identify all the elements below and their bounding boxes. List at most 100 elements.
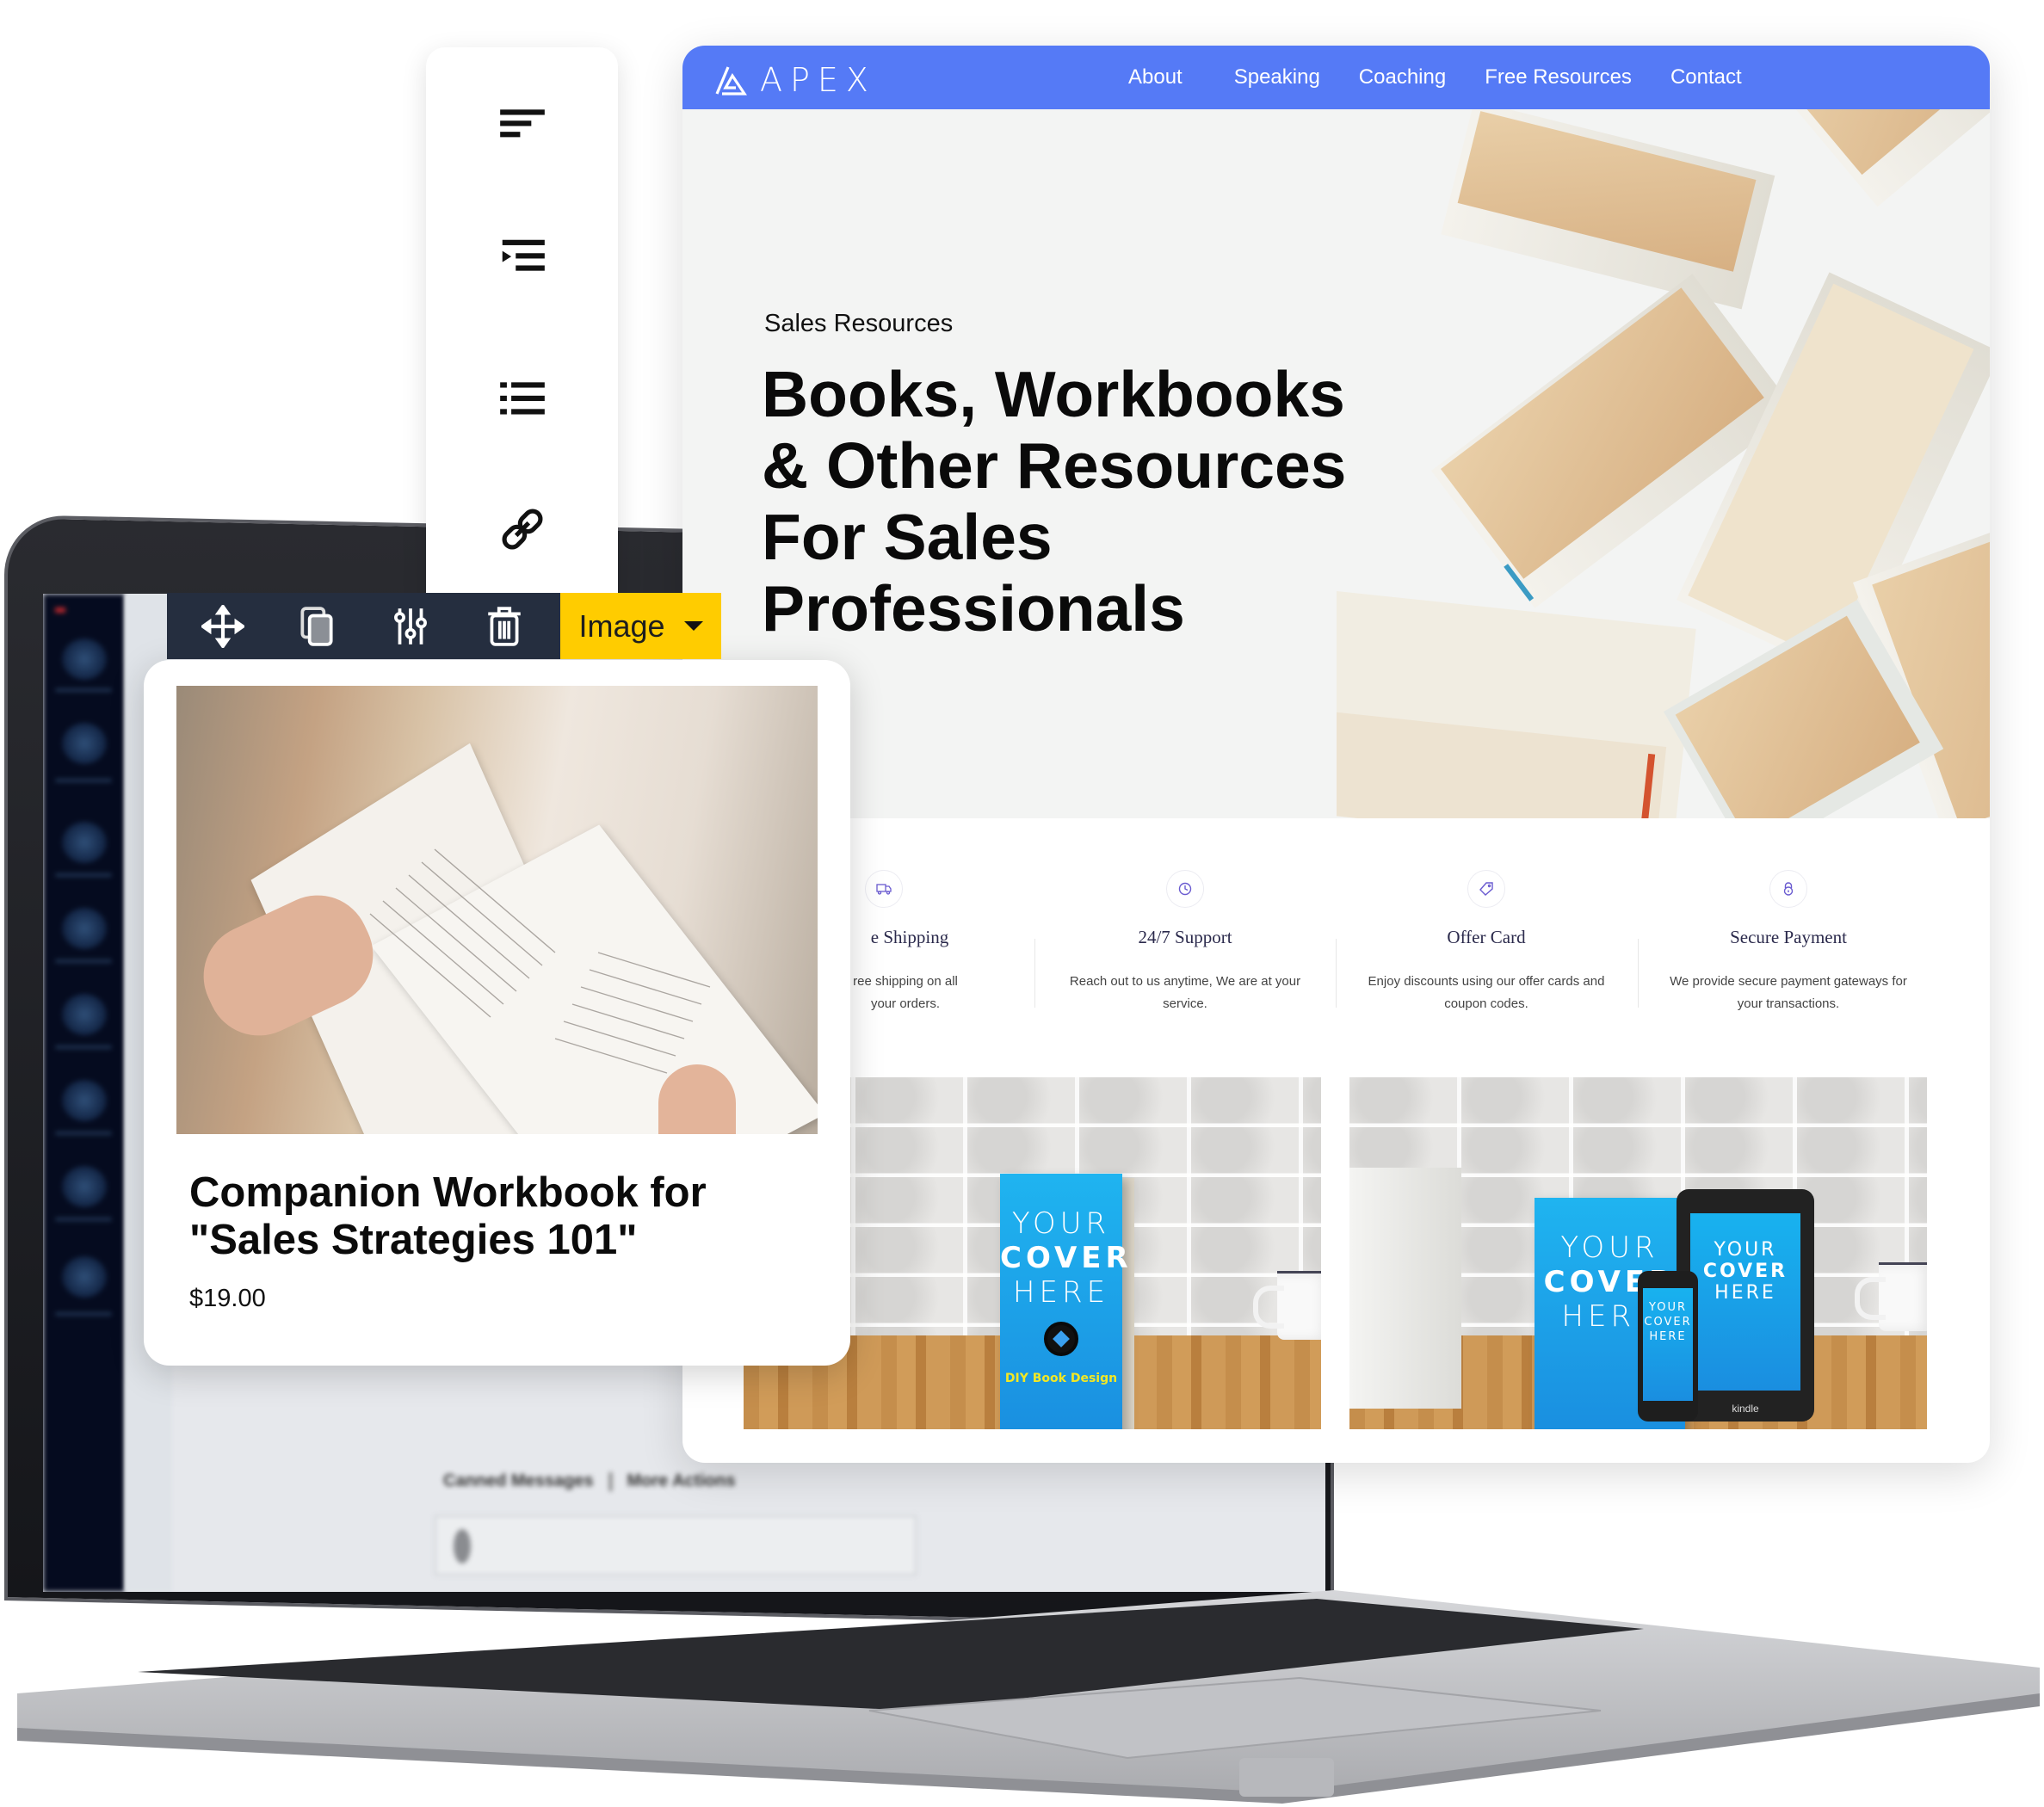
- sidebar-nav-icon: [62, 822, 107, 863]
- standing-books: [1349, 1168, 1461, 1409]
- toolbar-actions: [167, 593, 560, 659]
- cover-text: YOUR: [1011, 1206, 1111, 1241]
- feature-icon-badge: [865, 870, 903, 908]
- nav-free-resources[interactable]: Free Resources: [1485, 65, 1632, 89]
- canned-messages-link: Canned Messages: [443, 1471, 594, 1490]
- element-edit-toolbar: Image: [167, 593, 721, 659]
- phone-screen: YOUR COVER HERE: [1643, 1288, 1693, 1401]
- indent-icon: [502, 239, 545, 271]
- nav-contact[interactable]: Contact: [1670, 65, 1742, 89]
- sidebar-nav-icon: [62, 1256, 107, 1298]
- hero-books-image: [1337, 109, 1990, 818]
- cover-text: COVER: [1644, 1316, 1692, 1329]
- indent-button[interactable]: [479, 217, 565, 303]
- laptop-blurred-sidebar: [43, 594, 125, 1592]
- feature-description: We provide secure payment gateways for y…: [1659, 971, 1917, 1015]
- feature-offer-card: Offer Card Enjoy discounts using our off…: [1336, 818, 1637, 1015]
- product-title-line: "Sales Strategies 101": [189, 1217, 638, 1263]
- delete-button[interactable]: [474, 596, 534, 657]
- hand-right: [658, 1064, 736, 1134]
- link-button[interactable]: [479, 486, 565, 572]
- nav-about[interactable]: About: [1128, 65, 1183, 89]
- book-cover: YOUR COVER HERE DIY Book Design: [1000, 1174, 1133, 1429]
- coffee-mug: [1253, 1271, 1321, 1340]
- feature-description: Reach out to us anytime, We are at your …: [1056, 971, 1314, 1015]
- phone-device: YOUR COVER HERE: [1638, 1271, 1698, 1422]
- nav-coaching[interactable]: Coaching: [1359, 65, 1446, 89]
- feature-description-line: coupon codes.: [1444, 996, 1528, 1011]
- cover-text: HERE: [1714, 1282, 1776, 1304]
- ereader-screen: YOUR COVER HERE: [1690, 1213, 1800, 1391]
- feature-title: Secure Payment: [1730, 927, 1847, 947]
- cover-text: HERE: [1012, 1275, 1110, 1310]
- sidebar-status-indicator: [55, 607, 65, 613]
- chevron-down-icon: [683, 621, 703, 631]
- cover-text: COVER: [1000, 1241, 1133, 1275]
- move-icon: [201, 604, 244, 648]
- feature-description-line: We provide secure payment gateways for: [1670, 974, 1907, 989]
- sidebar-label: [55, 1312, 112, 1316]
- feature-support: 24/7 Support Reach out to us anytime, We…: [1034, 818, 1336, 1015]
- divider: [608, 1471, 612, 1491]
- laptop-blurred-footer: Canned Messages More Actions: [435, 1471, 917, 1592]
- more-actions-link: More Actions: [627, 1471, 736, 1490]
- cover-text: YOUR: [1648, 1301, 1687, 1314]
- product-image[interactable]: [176, 686, 818, 1134]
- feature-title: Offer Card: [1447, 927, 1526, 947]
- product-card[interactable]: Companion Workbook for "Sales Strategies…: [144, 660, 850, 1366]
- product-mockup-bundle[interactable]: YOUR COVER HERE YOUR COVER HERE kindle Y…: [1349, 1077, 1927, 1429]
- sidebar-label: [55, 873, 112, 877]
- hero-title: Books, Workbooks & Other Resources For S…: [762, 359, 1416, 644]
- cover-text: YOUR: [1560, 1230, 1659, 1265]
- book-logo-icon: [1044, 1322, 1078, 1356]
- sidebar-label: [55, 959, 112, 963]
- feature-description: Enjoy discounts using our offer cards an…: [1357, 971, 1615, 1015]
- laptop-keyboard-deck: [17, 1590, 2040, 1804]
- product-title-line: Companion Workbook for: [189, 1169, 707, 1216]
- hero-title-line: Professionals: [762, 572, 1185, 644]
- sidebar-nav-icon: [62, 638, 107, 680]
- product-title[interactable]: Companion Workbook for "Sales Strategies…: [189, 1169, 809, 1264]
- feature-description-line: service.: [1163, 996, 1207, 1011]
- lock-icon: [1783, 882, 1794, 896]
- primary-nav: About Speaking Coaching Free Resources C…: [1128, 46, 1781, 109]
- sidebar-label: [55, 688, 112, 692]
- feature-icon-badge: [1467, 870, 1505, 908]
- move-button[interactable]: [193, 596, 253, 657]
- site-logo[interactable]: APEX: [713, 61, 876, 99]
- settings-button[interactable]: [380, 596, 441, 657]
- hero-title-line: Books, Workbooks: [762, 358, 1345, 430]
- feature-description-line: Enjoy discounts using our offer cards an…: [1368, 974, 1605, 989]
- nav-speaking[interactable]: Speaking: [1234, 65, 1320, 89]
- delete-icon: [488, 606, 522, 646]
- features-row: e Shipping ree shipping on all your orde…: [682, 818, 1990, 1076]
- cover-text: YOUR: [1714, 1239, 1777, 1261]
- feature-icon-badge: [1769, 870, 1807, 908]
- attachment-icon: [454, 1529, 471, 1563]
- align-left-button[interactable]: [479, 84, 565, 170]
- cover-brand: DIY Book Design: [1004, 1372, 1118, 1385]
- hero-title-line: & Other Resources: [762, 429, 1347, 502]
- truck-icon: [876, 884, 892, 895]
- duplicate-button[interactable]: [287, 596, 347, 657]
- hero-section: Sales Resources Books, Workbooks & Other…: [682, 109, 1990, 818]
- feature-title: 24/7 Support: [1138, 927, 1232, 947]
- bullet-list-icon: [500, 382, 545, 415]
- apex-logo-icon: [715, 66, 747, 96]
- sidebar-nav-icon: [62, 723, 107, 764]
- element-type-dropdown[interactable]: Image: [560, 593, 721, 659]
- cover-text: HERE: [1649, 1330, 1687, 1343]
- link-icon: [502, 509, 543, 550]
- feature-description-line: Reach out to us anytime, We are at your: [1069, 974, 1301, 989]
- website-preview: APEX About Speaking Coaching Free Resour…: [682, 46, 1990, 1463]
- settings-sliders-icon: [394, 607, 428, 644]
- align-left-icon: [500, 109, 545, 138]
- feature-icon-badge: [1166, 870, 1204, 908]
- sidebar-label: [55, 1218, 112, 1221]
- bullet-list-button[interactable]: [479, 357, 565, 443]
- clock-icon: [1178, 882, 1192, 896]
- brand-wordmark: APEX: [760, 61, 876, 99]
- feature-description-line: your transactions.: [1737, 996, 1840, 1011]
- text-format-panel: [426, 47, 618, 598]
- sidebar-nav-icon: [62, 1080, 107, 1121]
